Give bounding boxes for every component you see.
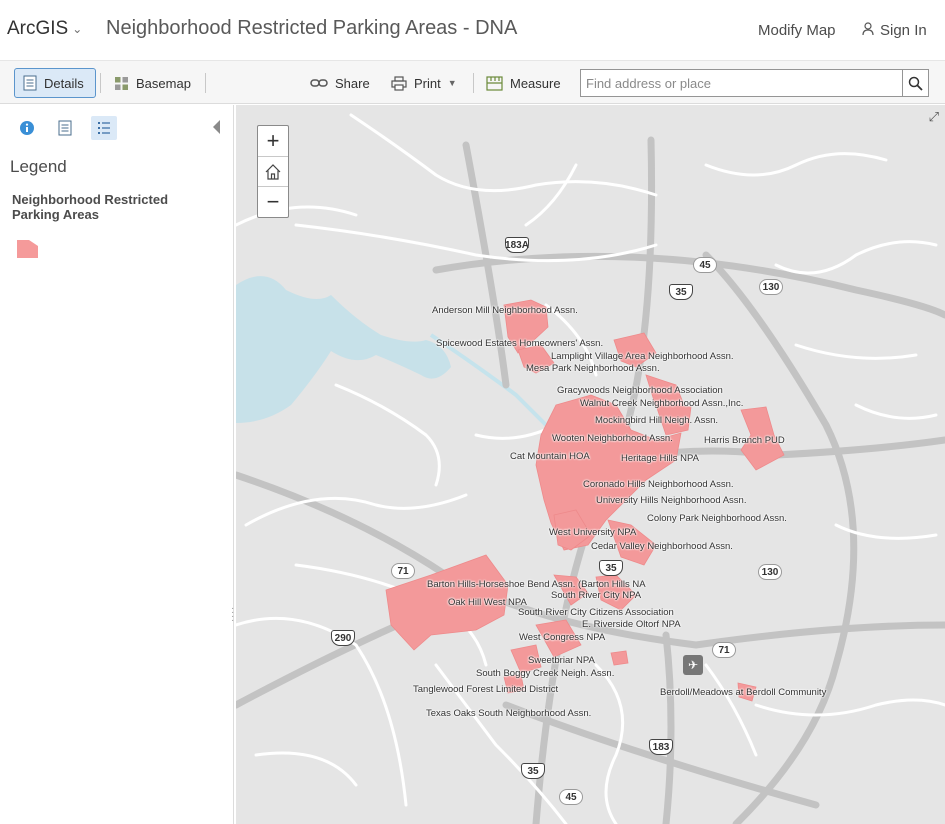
content-list-icon xyxy=(58,120,72,136)
share-label: Share xyxy=(335,75,370,91)
sign-in-label: Sign In xyxy=(880,22,927,39)
route-shield: 35 xyxy=(669,284,693,300)
user-icon xyxy=(862,22,874,36)
basemap-button[interactable]: Basemap xyxy=(106,68,199,98)
basemap-grid-icon xyxy=(115,76,128,90)
map-label: South River City Citizens Association xyxy=(518,607,674,618)
expand-icon[interactable]: ⤢ xyxy=(929,109,939,125)
printer-icon xyxy=(391,75,407,91)
map-label: Lamplight Village Area Neighborhood Assn… xyxy=(551,351,734,362)
map-label: West University NPA xyxy=(549,527,637,538)
map-label: South River City NPA xyxy=(551,590,642,601)
legend-swatch xyxy=(17,240,38,258)
search-box xyxy=(580,69,929,97)
legend-tab[interactable] xyxy=(91,116,117,140)
map-label: Heritage Hills NPA xyxy=(621,453,699,464)
route-shield: 183A xyxy=(505,237,529,253)
legend-layer-name: Neighborhood Restricted Parking Areas xyxy=(12,192,169,222)
details-icon xyxy=(23,75,37,91)
caret-down-icon: ▼ xyxy=(447,78,457,88)
route-shield: 71 xyxy=(391,563,415,579)
map-label: Barton Hills-Horseshoe Bend Assn. (Barto… xyxy=(427,579,646,590)
about-tab[interactable] xyxy=(14,116,40,140)
info-icon xyxy=(20,121,34,135)
map-label: Berdoll/Meadows at Berdoll Community xyxy=(660,687,827,698)
map-label: Sweetbriar NPA xyxy=(528,655,595,666)
map-label: Oak Hill West NPA xyxy=(448,597,527,608)
route-shield: 35 xyxy=(599,560,623,576)
map-label: Colony Park Neighborhood Assn. xyxy=(647,513,787,524)
route-shield: 35 xyxy=(521,763,545,779)
toolbar: Details Basemap Share Print ▼ Measure xyxy=(0,60,945,104)
toolbar-divider xyxy=(100,73,101,93)
panel-resize-handle[interactable]: · · · · xyxy=(231,604,234,626)
route-shield: 45 xyxy=(693,257,717,273)
map-view[interactable]: 183A 45 35 130 35 71 130 290 71 183 35 4… xyxy=(236,105,945,824)
measure-label: Measure xyxy=(510,75,561,91)
map-label: Wooten Neighborhood Assn. xyxy=(552,433,673,444)
measure-button[interactable]: Measure xyxy=(478,68,569,98)
map-label: Cedar Valley Neighborhood Assn. xyxy=(591,541,733,552)
map-label: Walnut Creek Neighborhood Assn.,Inc. xyxy=(580,398,744,409)
map-label: Anderson Mill Neighborhood Assn. xyxy=(432,305,578,316)
route-shield: 71 xyxy=(712,642,736,658)
print-button[interactable]: Print ▼ xyxy=(383,68,465,98)
modify-map-link[interactable]: Modify Map xyxy=(758,22,836,39)
map-label: Texas Oaks South Neighborhood Assn. xyxy=(426,708,592,719)
app-header: ArcGIS ⌄ Neighborhood Restricted Parking … xyxy=(0,0,945,60)
measure-icon xyxy=(486,75,503,91)
map-label: Gracywoods Neighborhood Association xyxy=(557,385,723,396)
brand-label: ArcGIS xyxy=(7,18,69,39)
map-label: South Boggy Creek Neigh. Assn. xyxy=(476,668,615,679)
content-tab[interactable] xyxy=(52,116,78,140)
map-label: Coronado Hills Neighborhood Assn. xyxy=(583,479,734,490)
link-icon xyxy=(310,79,328,87)
home-button[interactable] xyxy=(258,156,288,186)
map-title: Neighborhood Restricted Parking Areas - … xyxy=(106,17,518,39)
side-panel: Legend Neighborhood Restricted Parking A… xyxy=(0,105,234,824)
home-icon xyxy=(265,163,281,180)
airport-icon: ✈ xyxy=(683,655,703,675)
map-label: Mesa Park Neighborhood Assn. xyxy=(526,363,660,374)
collapse-panel-icon[interactable] xyxy=(213,120,220,134)
details-button[interactable]: Details xyxy=(14,68,96,98)
share-button[interactable]: Share xyxy=(302,68,378,98)
search-icon xyxy=(908,76,923,91)
basemap-label: Basemap xyxy=(136,75,191,91)
map-label: E. Riverside Oltorf NPA xyxy=(582,619,681,630)
sign-in-link[interactable]: Sign In xyxy=(862,22,927,39)
route-shield: 45 xyxy=(559,789,583,805)
arcgis-menu[interactable]: ArcGIS ⌄ xyxy=(7,18,82,40)
search-input[interactable] xyxy=(581,70,903,96)
route-shield: 183 xyxy=(649,739,673,755)
map-label: University Hills Neighborhood Assn. xyxy=(596,495,747,506)
map-label: Harris Branch PUD xyxy=(704,435,785,446)
legend-heading: Legend xyxy=(10,157,67,176)
route-shield: 130 xyxy=(759,279,783,295)
zoom-out-button[interactable]: − xyxy=(258,186,288,216)
details-label: Details xyxy=(44,75,84,91)
map-label: Spicewood Estates Homeowners' Assn. xyxy=(436,338,604,349)
toolbar-divider xyxy=(205,73,206,93)
map-label: Mockingbird Hill Neigh. Assn. xyxy=(595,415,719,426)
route-shield: 290 xyxy=(331,630,355,646)
route-shield: 130 xyxy=(758,564,782,580)
chevron-down-icon: ⌄ xyxy=(72,21,83,36)
map-label: Tanglewood Forest Limited District xyxy=(413,684,559,695)
print-label: Print xyxy=(414,75,441,91)
map-label: West Congress NPA xyxy=(519,632,606,643)
toolbar-divider xyxy=(473,73,474,93)
search-button[interactable] xyxy=(902,70,928,96)
zoom-in-button[interactable]: + xyxy=(258,126,288,156)
legend-list-icon xyxy=(98,122,110,134)
map-label: Cat Mountain HOA xyxy=(510,451,590,462)
zoom-control: + − xyxy=(257,125,289,218)
